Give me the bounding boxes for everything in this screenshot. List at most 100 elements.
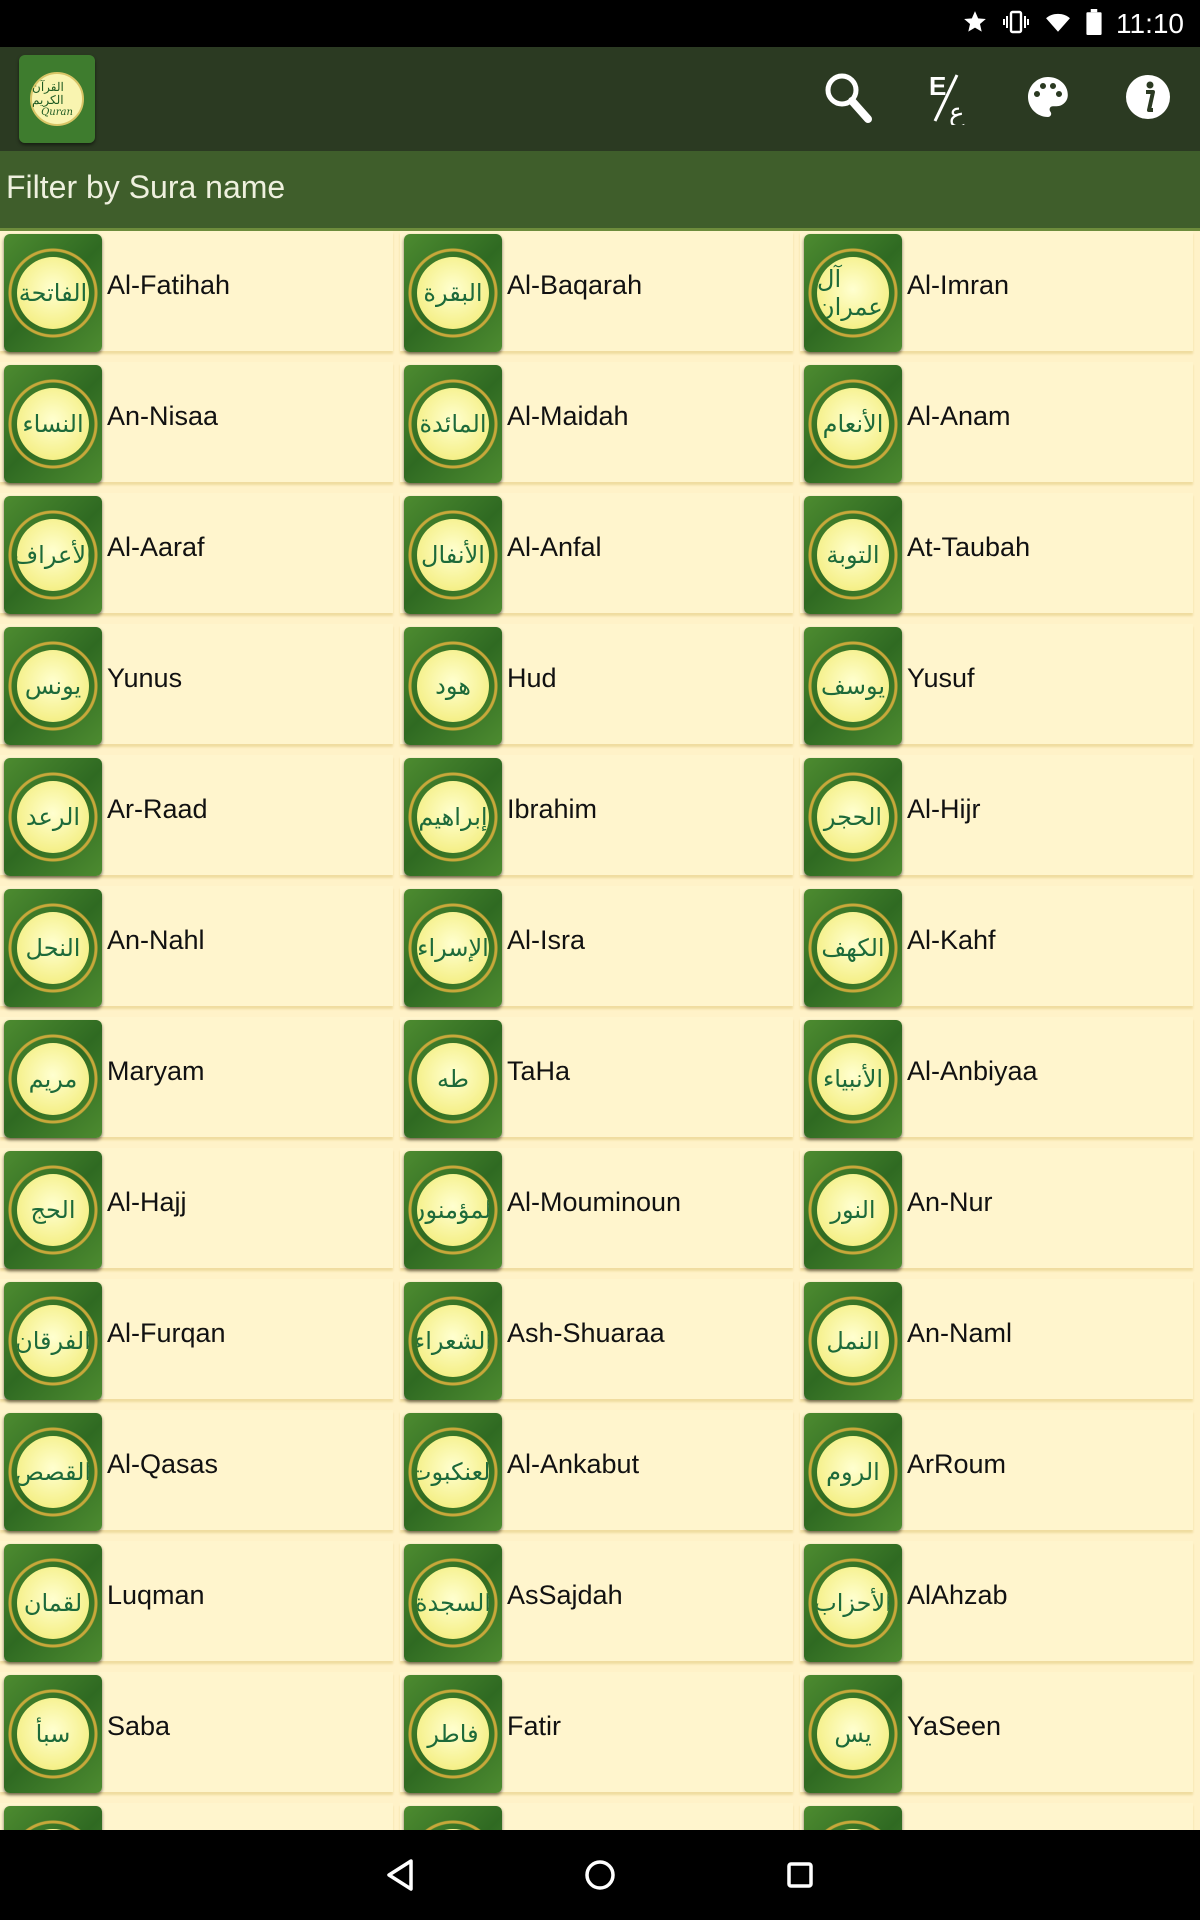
sura-badge: الفرقان [4,1282,102,1400]
sura-card[interactable]: مريم Maryam [0,1017,393,1138]
sura-card[interactable]: الحج Al-Hajj [0,1148,393,1269]
sura-badge [404,1806,502,1830]
sura-name: Al-Anbiyaa [907,1056,1038,1086]
sura-card[interactable]: يس YaSeen [800,1672,1193,1793]
language-toggle-top-glyph: E [929,71,946,101]
sura-card[interactable]: الأنعام Al-Anam [800,362,1193,483]
filter-input[interactable] [6,151,1186,223]
sura-card[interactable]: الفرقان Al-Furqan [0,1279,393,1400]
search-icon[interactable] [820,69,876,125]
sura-badge: الكهف [804,889,902,1007]
home-icon[interactable] [570,1845,630,1905]
sura-badge: هود [404,627,502,745]
sura-badge: يوسف [804,627,902,745]
sura-arabic-name: الحجر [817,781,889,853]
sura-card[interactable]: الفاتحة Al-Fatihah [0,231,393,352]
sura-badge: الفاتحة [4,234,102,352]
sura-badge: الأعراف [4,496,102,614]
sura-name: Al-Anam [907,401,1011,431]
sura-card[interactable]: النساء An-Nisaa [0,362,393,483]
sura-name: Ar-Raad [107,794,208,824]
sura-name: An-Nur [907,1187,993,1217]
sura-badge: النمل [804,1282,902,1400]
sura-card[interactable] [0,1803,393,1830]
sura-badge: البقرة [404,234,502,352]
app-logo[interactable]: القرآن الكريم Quran [19,55,95,143]
sura-card[interactable]: الأنفال Al-Anfal [400,493,793,614]
back-icon[interactable] [370,1845,430,1905]
sura-arabic-name: القصص [17,1436,89,1508]
sura-name: YaSeen [907,1711,1002,1741]
sura-badge: الأنبياء [804,1020,902,1138]
sura-card[interactable]: الإسراء Al-Isra [400,886,793,1007]
sura-card[interactable]: القصص Al-Qasas [0,1410,393,1531]
sura-name: ArRoum [907,1449,1007,1479]
sura-badge: يس [804,1675,902,1793]
sura-card[interactable]: الروم ArRoum [800,1410,1193,1531]
sura-card[interactable]: النمل An-Naml [800,1279,1193,1400]
sura-arabic-name: الروم [817,1436,889,1508]
sura-card[interactable]: سبأ Saba [0,1672,393,1793]
sura-arabic-name: النور [817,1174,889,1246]
sura-card[interactable]: الأنبياء Al-Anbiyaa [800,1017,1193,1138]
sura-card[interactable]: النحل An-Nahl [0,886,393,1007]
sura-card[interactable]: طه TaHa [400,1017,793,1138]
sura-card[interactable] [400,1803,793,1830]
sura-card[interactable]: هود Hud [400,624,793,745]
sura-card[interactable]: التوبة At-Taubah [800,493,1193,614]
sura-card[interactable]: الأعراف Al-Aaraf [0,493,393,614]
sura-name: AlAhzab [907,1580,1008,1610]
sura-badge: الأنفال [404,496,502,614]
sura-card[interactable]: المائدة Al-Maidah [400,362,793,483]
sura-card[interactable]: الرعد Ar-Raad [0,755,393,876]
sura-card[interactable]: النور An-Nur [800,1148,1193,1269]
sura-name: Yunus [107,663,183,693]
sura-badge: السجدة [404,1544,502,1662]
sura-card[interactable]: آل عمران Al-Imran [800,231,1193,352]
sura-arabic-name: سبأ [17,1698,89,1770]
sura-card[interactable]: العنكبوت Al-Ankabut [400,1410,793,1531]
sura-badge: لقمان [4,1544,102,1662]
sura-name: Al-Furqan [107,1318,226,1348]
sura-name: Ibrahim [507,794,598,824]
sura-arabic-name: الرعد [17,781,89,853]
sura-arabic-name: الحج [17,1174,89,1246]
sura-grid[interactable]: الفاتحة Al-Fatihah البقرة Al-Baqarah آل عمرا… [0,231,1200,1830]
sura-card[interactable]: يونس Yunus [0,624,393,745]
recents-icon[interactable] [770,1845,830,1905]
sura-badge: سبأ [4,1675,102,1793]
sura-arabic-name: العنكبوت [417,1436,489,1508]
language-toggle-icon[interactable]: E ع [920,69,976,125]
sura-card[interactable]: الأحزاب AlAhzab [800,1541,1193,1662]
sura-card[interactable]: الشعراء Ash-Shuaraa [400,1279,793,1400]
sura-name: Maryam [107,1056,205,1086]
sura-card[interactable] [800,1803,1193,1830]
sura-name: An-Naml [907,1318,1013,1348]
sura-badge: الحجر [804,758,902,876]
sura-name: AsSajdah [507,1580,623,1610]
sura-badge: الإسراء [404,889,502,1007]
sura-name: Al-Maidah [507,401,629,431]
sura-arabic-name: المائدة [417,388,489,460]
sura-card[interactable]: البقرة Al-Baqarah [400,231,793,352]
sura-badge: طه [404,1020,502,1138]
info-icon[interactable] [1120,69,1176,125]
sura-card[interactable]: فاطر Fatir [400,1672,793,1793]
sura-name: Al-Baqarah [507,270,643,300]
sura-arabic-name: الإسراء [417,912,489,984]
sura-card[interactable]: الكهف Al-Kahf [800,886,1193,1007]
sura-arabic-name: هود [417,650,489,722]
sura-card[interactable]: السجدة AsSajdah [400,1541,793,1662]
navigation-bar [0,1830,1200,1920]
sura-badge: الأحزاب [804,1544,902,1662]
sura-badge: الرعد [4,758,102,876]
sura-card[interactable]: لقمان Luqman [0,1541,393,1662]
sura-name: Al-Hijr [907,794,981,824]
sura-card[interactable]: يوسف Yusuf [800,624,1193,745]
sura-arabic-name: الأعراف [17,519,89,591]
palette-icon[interactable] [1020,69,1076,125]
sura-card[interactable]: المؤمنون Al-Mouminoun [400,1148,793,1269]
sura-card[interactable]: الحجر Al-Hijr [800,755,1193,876]
sura-arabic-name: الأنفال [417,519,489,591]
sura-card[interactable]: إبراهيم Ibrahim [400,755,793,876]
